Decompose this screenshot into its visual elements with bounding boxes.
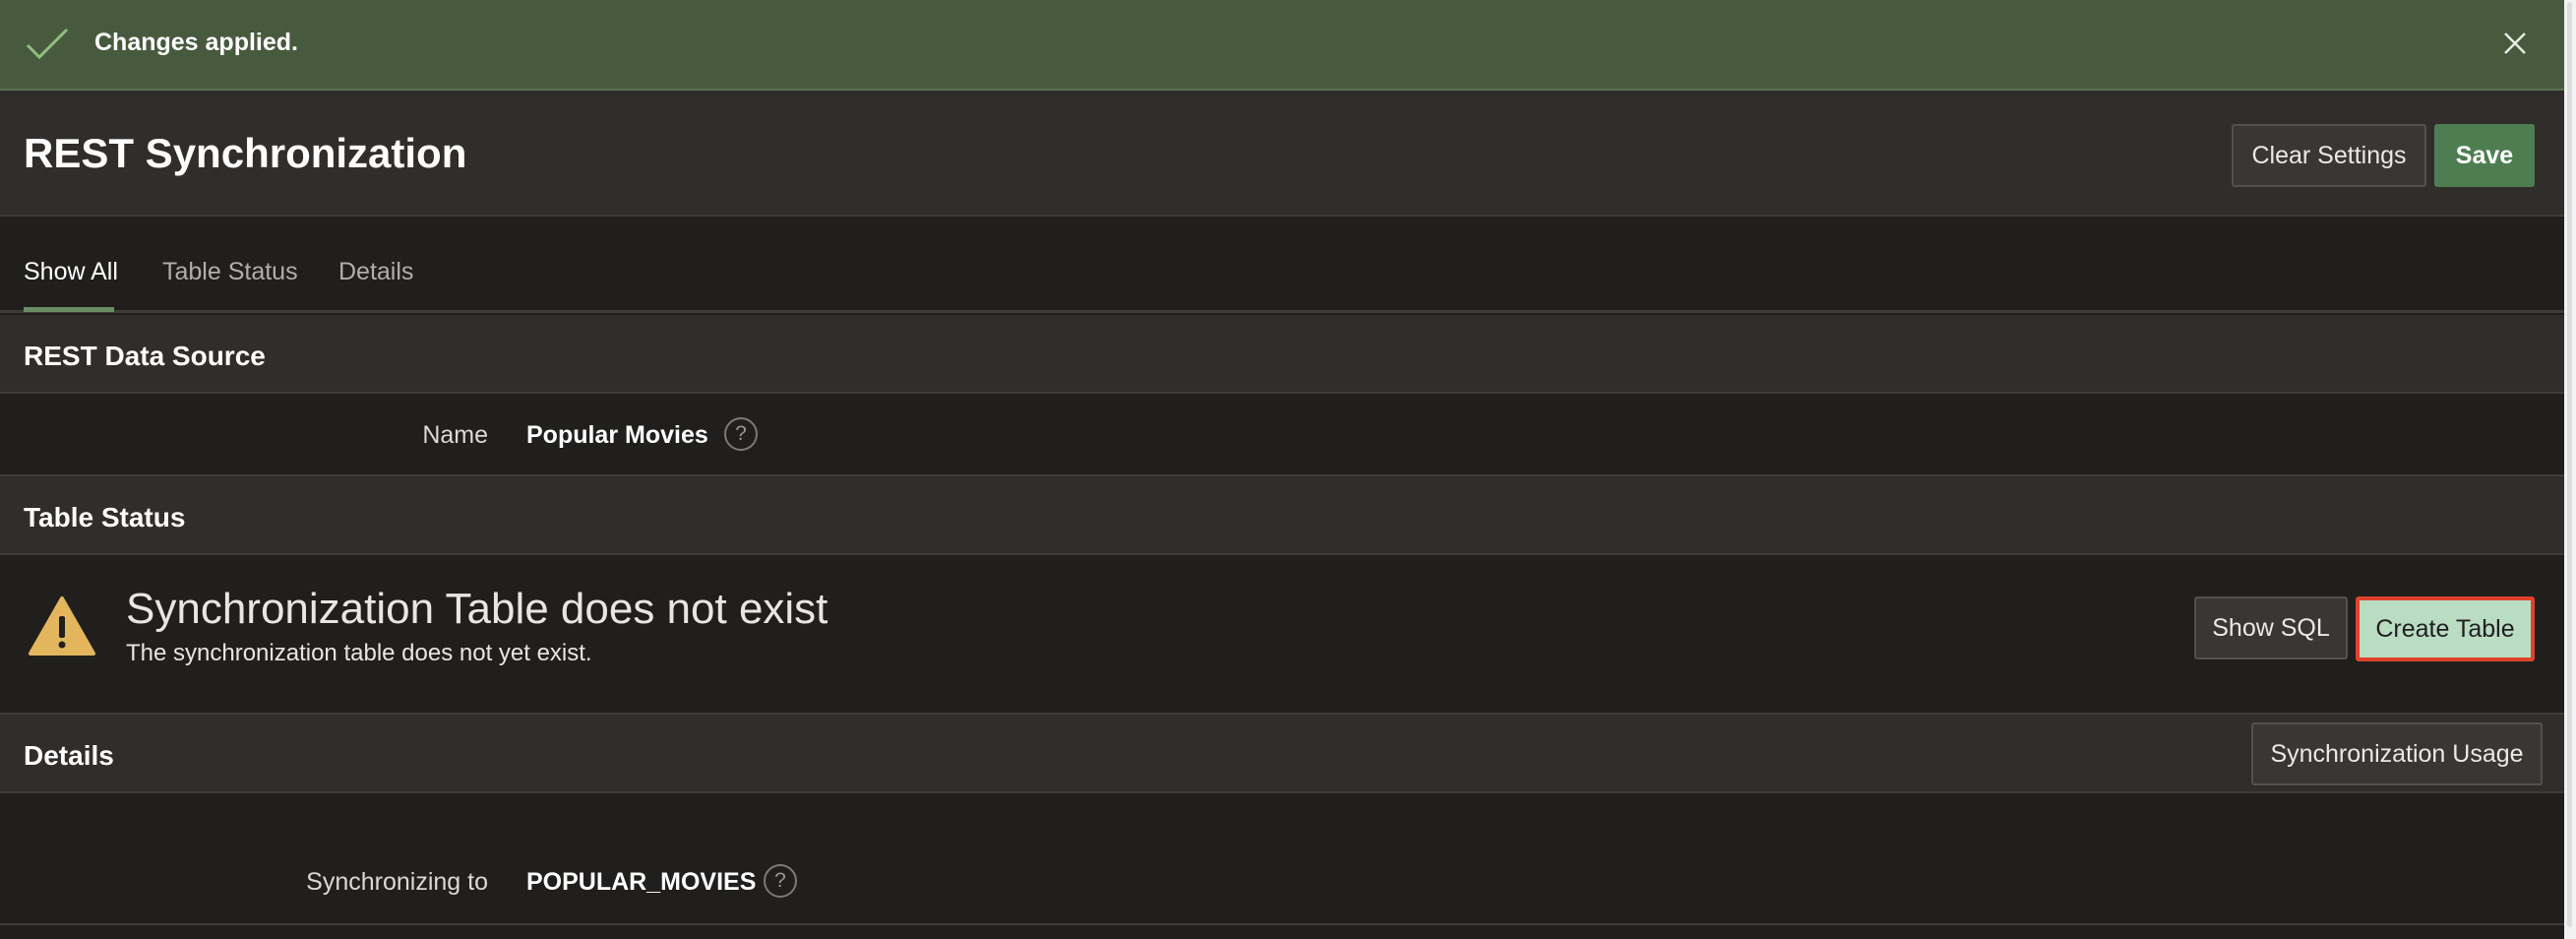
- synchronization-usage-button[interactable]: Synchronization Usage: [2251, 722, 2543, 785]
- success-banner: Changes applied.: [0, 0, 2564, 91]
- synchronizing-to-row: Synchronizing to POPULAR_MOVIES ?: [0, 793, 2564, 925]
- rest-data-source-heading: REST Data Source: [24, 341, 266, 371]
- tab-details[interactable]: Details: [338, 258, 413, 286]
- show-sql-button[interactable]: Show SQL: [2194, 596, 2348, 659]
- tab-table-status[interactable]: Table Status: [162, 258, 298, 286]
- save-button[interactable]: Save: [2434, 124, 2535, 187]
- close-icon[interactable]: [2499, 28, 2531, 59]
- clear-settings-button[interactable]: Clear Settings: [2232, 124, 2426, 187]
- alert-message: The synchronization table does not yet e…: [126, 640, 592, 666]
- check-icon: [26, 28, 69, 60]
- details-section-header: Details Synchronization Usage: [0, 715, 2564, 793]
- details-heading: Details: [24, 740, 114, 771]
- help-icon[interactable]: ?: [764, 864, 797, 898]
- name-value: Popular Movies: [526, 421, 708, 449]
- page-body: Changes applied. REST Synchronization Cl…: [0, 0, 2564, 939]
- page-header: REST Synchronization Clear Settings Save: [0, 91, 2564, 217]
- name-field-row: Name Popular Movies ?: [0, 394, 2564, 476]
- app-window: Changes applied. REST Synchronization Cl…: [0, 0, 2576, 939]
- alert-title: Synchronization Table does not exist: [126, 585, 828, 633]
- scrollbar[interactable]: [2564, 0, 2576, 939]
- banner-message: Changes applied.: [94, 29, 298, 56]
- table-status-heading: Table Status: [24, 502, 186, 532]
- page-title: REST Synchronization: [24, 130, 467, 176]
- rest-data-source-section-header: REST Data Source: [0, 315, 2564, 394]
- synchronizing-to-value: POPULAR_MOVIES: [526, 868, 757, 896]
- table-status-alert: Synchronization Table does not exist The…: [0, 555, 2564, 715]
- tab-show-all[interactable]: Show All: [24, 258, 118, 286]
- warning-icon: [29, 596, 95, 656]
- active-tab-indicator: [24, 307, 114, 312]
- name-label: Name: [422, 421, 488, 449]
- synchronizing-to-label: Synchronizing to: [306, 868, 488, 896]
- tab-bar: Show All Table Status Details: [0, 217, 2564, 313]
- help-icon[interactable]: ?: [724, 417, 758, 451]
- scrollbar-thumb[interactable]: [2567, 2, 2572, 927]
- table-status-section-header: Table Status: [0, 476, 2564, 555]
- create-table-button[interactable]: Create Table: [2356, 596, 2535, 661]
